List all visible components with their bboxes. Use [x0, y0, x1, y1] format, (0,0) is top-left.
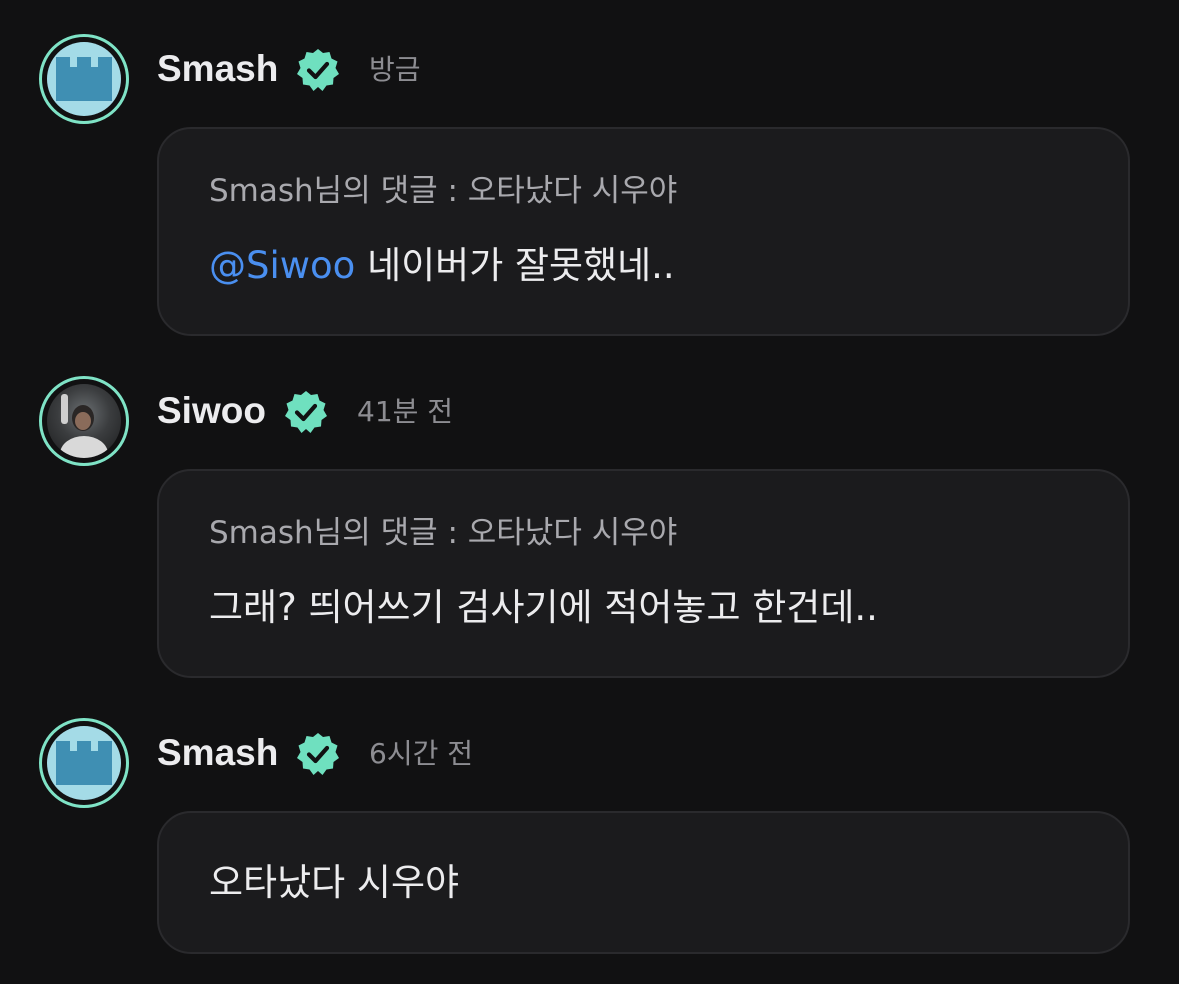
comment-body: 오타났다 시우야	[209, 861, 460, 904]
author-name[interactable]: Smash	[157, 731, 278, 775]
avatar[interactable]	[39, 718, 129, 808]
comment-timestamp: 6시간 전	[369, 737, 473, 770]
avatar[interactable]	[39, 376, 129, 466]
castle-icon	[56, 741, 112, 785]
reply-reference[interactable]: Smash님의 댓글 : 오타났다 시우야	[209, 171, 677, 211]
comment-timestamp: 방금	[369, 53, 421, 86]
comment-bubble[interactable]: 오타났다 시우야	[157, 811, 1130, 954]
verified-badge-icon	[297, 49, 339, 91]
avatar[interactable]	[39, 34, 129, 124]
verified-badge-icon	[297, 733, 339, 775]
comment-timestamp: 41분 전	[357, 395, 454, 428]
mention-link[interactable]: @Siwoo	[209, 244, 355, 287]
author-name[interactable]: Siwoo	[157, 389, 266, 433]
comment-body: 네이버가 잘못했네..	[367, 244, 675, 287]
author-name[interactable]: Smash	[157, 47, 278, 91]
reply-reference[interactable]: Smash님의 댓글 : 오타났다 시우야	[209, 513, 677, 553]
comment-text: @Siwoo 네이버가 잘못했네..	[209, 243, 675, 289]
comment-bubble[interactable]: Smash님의 댓글 : 오타났다 시우야 @Siwoo 네이버가 잘못했네..	[157, 127, 1130, 336]
verified-badge-icon	[285, 391, 327, 433]
comment-body: 그래? 띄어쓰기 검사기에 적어놓고 한건데..	[209, 586, 878, 629]
castle-icon	[56, 57, 112, 101]
comment-feed: Smash 방금 Smash님의 댓글 : 오타났다 시우야 @Siwoo 네이…	[0, 0, 1179, 984]
profile-photo	[47, 384, 121, 458]
comment-bubble[interactable]: Smash님의 댓글 : 오타났다 시우야 그래? 띄어쓰기 검사기에 적어놓고…	[157, 469, 1130, 678]
